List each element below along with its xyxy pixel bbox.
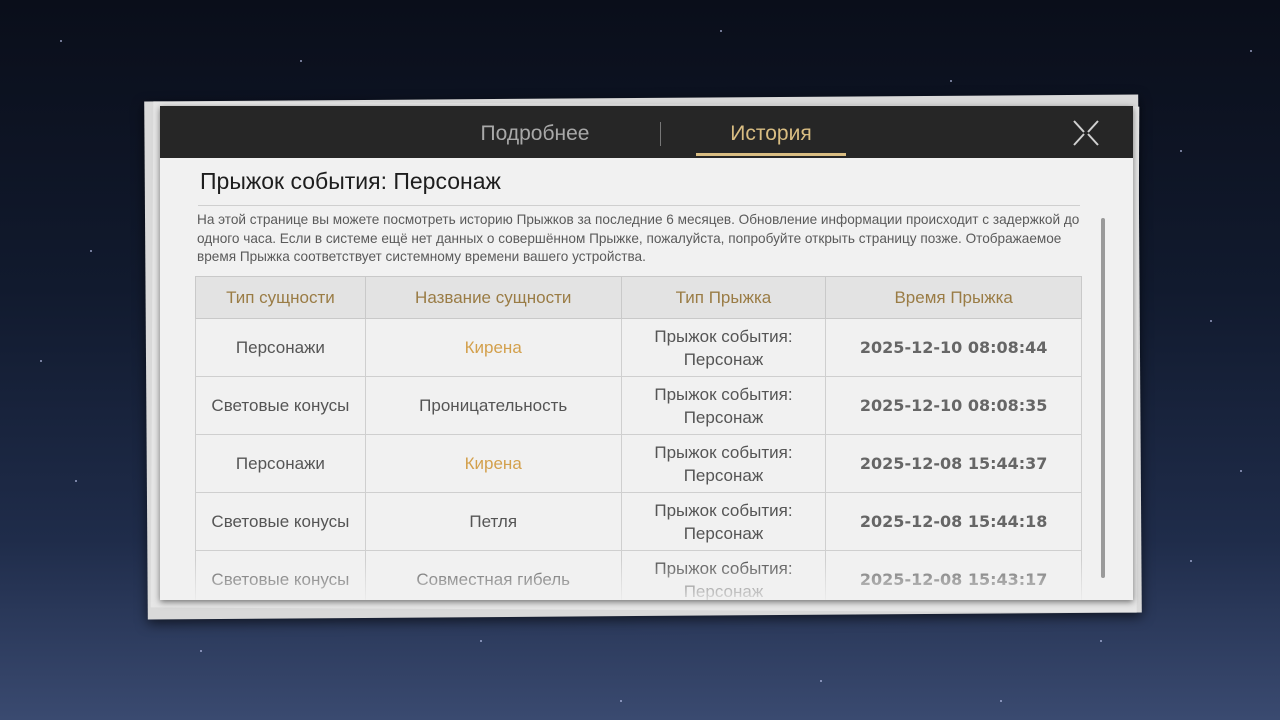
entity-name: Кирена <box>364 318 622 377</box>
history-content: Прыжок события: Персонаж На этой страниц… <box>160 158 1133 600</box>
jump-type: Прыжок события: Персонаж <box>620 492 827 551</box>
star <box>820 680 822 682</box>
star <box>720 30 722 32</box>
tab-divider <box>660 122 661 146</box>
table-row: Световые конусы Проницательность Прыжок со… <box>195 376 1082 435</box>
column-header-jump-type: Тип Прыжка <box>620 276 827 319</box>
tab-history[interactable]: История <box>696 106 846 158</box>
star <box>950 80 952 82</box>
column-header-time: Время Прыжка <box>825 276 1082 319</box>
jump-time: 2025-12-08 15:44:18 <box>825 492 1082 551</box>
entity-type: Световые конусы <box>195 376 366 435</box>
column-header-name: Название сущности <box>364 276 622 319</box>
page-title: Прыжок события: Персонаж <box>200 168 501 194</box>
star <box>40 360 42 362</box>
column-header-type: Тип сущности <box>195 276 366 319</box>
entity-type: Световые конусы <box>195 492 366 551</box>
table-header: Тип сущности Название сущности Тип Прыжк… <box>195 276 1082 319</box>
star <box>60 40 62 42</box>
history-dialog: Подробнее История Прыжок события: Персон… <box>160 106 1133 600</box>
star <box>1250 50 1252 52</box>
scroll-fade <box>160 560 1133 600</box>
scrollbar[interactable] <box>1101 218 1105 578</box>
jump-type: Прыжок события: Персонаж <box>620 376 827 435</box>
jump-time: 2025-12-10 08:08:35 <box>825 376 1082 435</box>
description: На этой странице вы можете посмотреть ис… <box>197 212 1080 264</box>
star <box>1190 560 1192 562</box>
table-row: Световые конусы Петля Прыжок события: Перс… <box>195 492 1082 551</box>
jump-time: 2025-12-08 15:44:37 <box>825 434 1082 493</box>
star <box>1240 470 1242 472</box>
jump-type: Прыжок события: Персонаж <box>620 318 827 377</box>
close-icon <box>1073 120 1099 146</box>
dialog-header: Подробнее История <box>160 106 1133 158</box>
star <box>90 250 92 252</box>
star <box>1210 320 1212 322</box>
entity-name: Проницательность <box>364 376 622 435</box>
jump-type: Прыжок события: Персонаж <box>620 434 827 493</box>
table-row: Персонажи Кирена Прыжок события: Персонаж 2… <box>195 434 1082 493</box>
star <box>1100 640 1102 642</box>
table-row: Персонажи Кирена Прыжок события: Персонаж 2… <box>195 318 1082 377</box>
tab-details[interactable]: Подробнее <box>460 106 610 158</box>
star <box>620 700 622 702</box>
star <box>300 60 302 62</box>
title-divider <box>198 205 1080 206</box>
star <box>1180 150 1182 152</box>
entity-name: Кирена <box>364 434 622 493</box>
entity-name: Петля <box>364 492 622 551</box>
star <box>200 650 202 652</box>
close-button[interactable] <box>1071 118 1101 148</box>
star <box>1000 700 1002 702</box>
star <box>75 480 77 482</box>
jump-time: 2025-12-10 08:08:44 <box>825 318 1082 377</box>
star <box>480 640 482 642</box>
entity-type: Персонажи <box>195 318 366 377</box>
entity-type: Персонажи <box>195 434 366 493</box>
history-table: Тип сущности Название сущности Тип Прыжк… <box>195 276 1082 600</box>
